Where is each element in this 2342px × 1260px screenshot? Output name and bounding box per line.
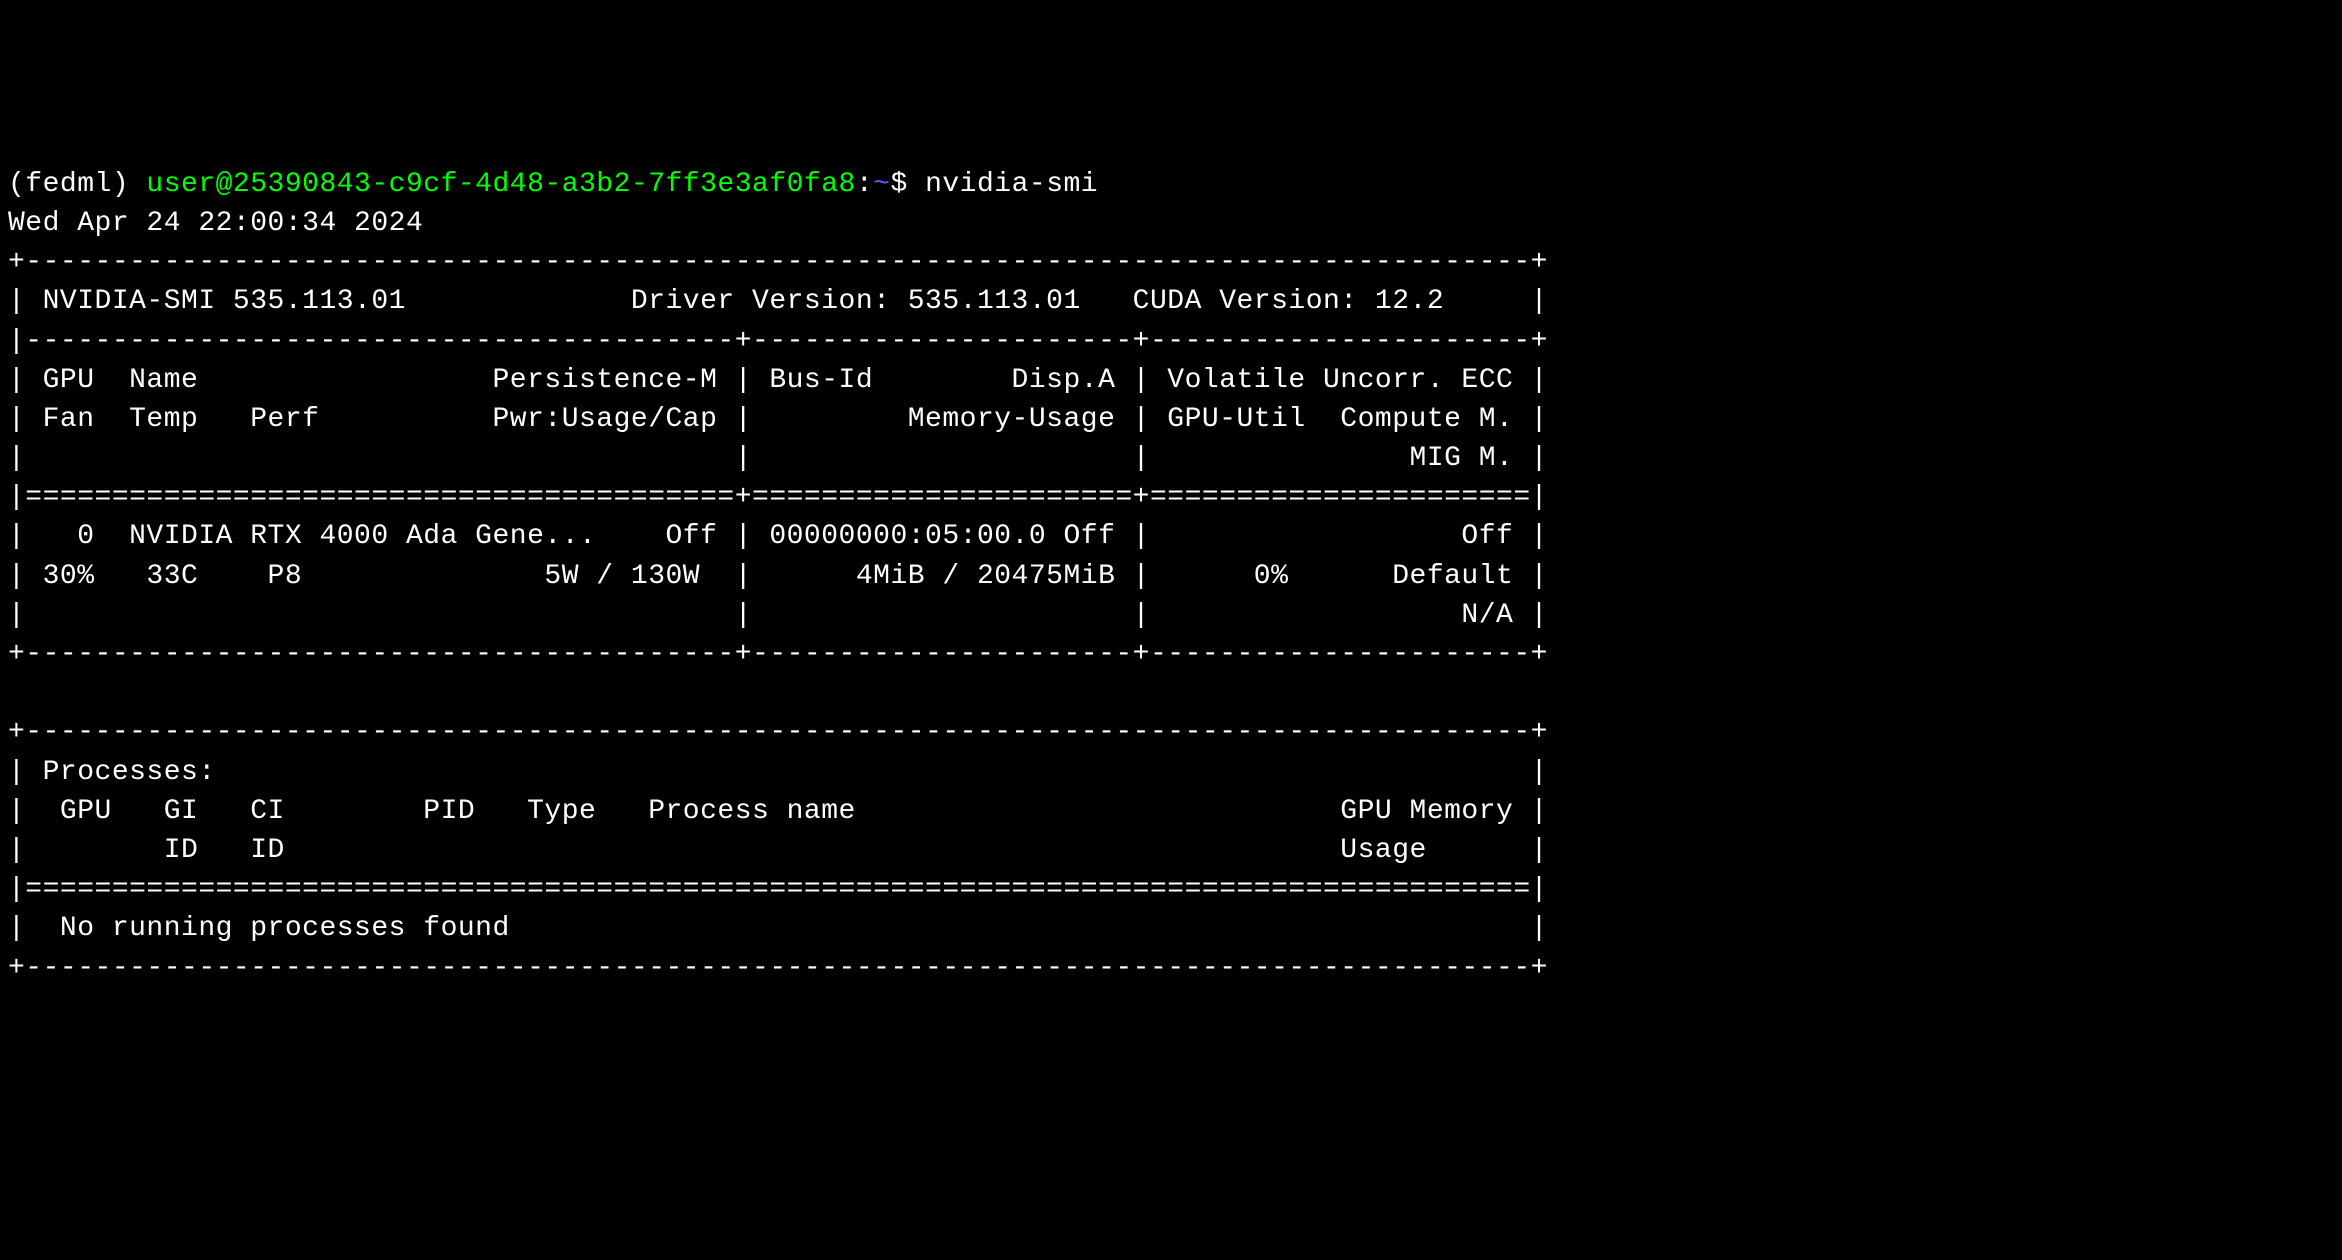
processes-header-1: | GPU GI CI PID Type Process name GPU Me…: [8, 796, 1548, 827]
table-border-bottom: +---------------------------------------…: [8, 639, 1548, 670]
table-separator: |---------------------------------------…: [8, 326, 1548, 357]
prompt-colon: :: [856, 169, 873, 200]
table-border-top: +---------------------------------------…: [8, 247, 1548, 278]
timestamp-line: Wed Apr 24 22:00:34 2024: [8, 208, 423, 239]
version-line: | NVIDIA-SMI 535.113.01 Driver Version: …: [8, 286, 1548, 317]
terminal-output[interactable]: (fedml) user@25390843-c9cf-4d48-a3b2-7ff…: [8, 165, 2334, 988]
processes-border-bottom: +---------------------------------------…: [8, 953, 1548, 984]
processes-header-2: | ID ID Usage |: [8, 835, 1548, 866]
gpu-data-row-2: | 30% 33C P8 5W / 130W | 4MiB / 20475MiB…: [8, 561, 1548, 592]
header-row-1: | GPU Name Persistence-M | Bus-Id Disp.A…: [8, 365, 1548, 396]
gpu-data-row-3: | | | N/A |: [8, 600, 1548, 631]
prompt-path: ~: [873, 169, 890, 200]
header-row-3: | | | MIG M. |: [8, 443, 1548, 474]
prompt-command: nvidia-smi: [925, 169, 1098, 200]
processes-separator: |=======================================…: [8, 874, 1548, 905]
processes-border-top: +---------------------------------------…: [8, 717, 1548, 748]
header-row-2: | Fan Temp Perf Pwr:Usage/Cap | Memory-U…: [8, 404, 1548, 435]
gpu-data-row-1: | 0 NVIDIA RTX 4000 Ada Gene... Off | 00…: [8, 521, 1548, 552]
prompt-env: (fedml): [8, 169, 146, 200]
prompt-user-host: user@25390843-c9cf-4d48-a3b2-7ff3e3af0fa…: [146, 169, 855, 200]
prompt-dollar: $: [890, 169, 925, 200]
processes-title: | Processes: |: [8, 757, 1548, 788]
processes-message: | No running processes found |: [8, 913, 1548, 944]
table-header-separator: |=======================================…: [8, 482, 1548, 513]
prompt-line: (fedml) user@25390843-c9cf-4d48-a3b2-7ff…: [8, 169, 1098, 200]
blank-line: [8, 678, 1548, 709]
